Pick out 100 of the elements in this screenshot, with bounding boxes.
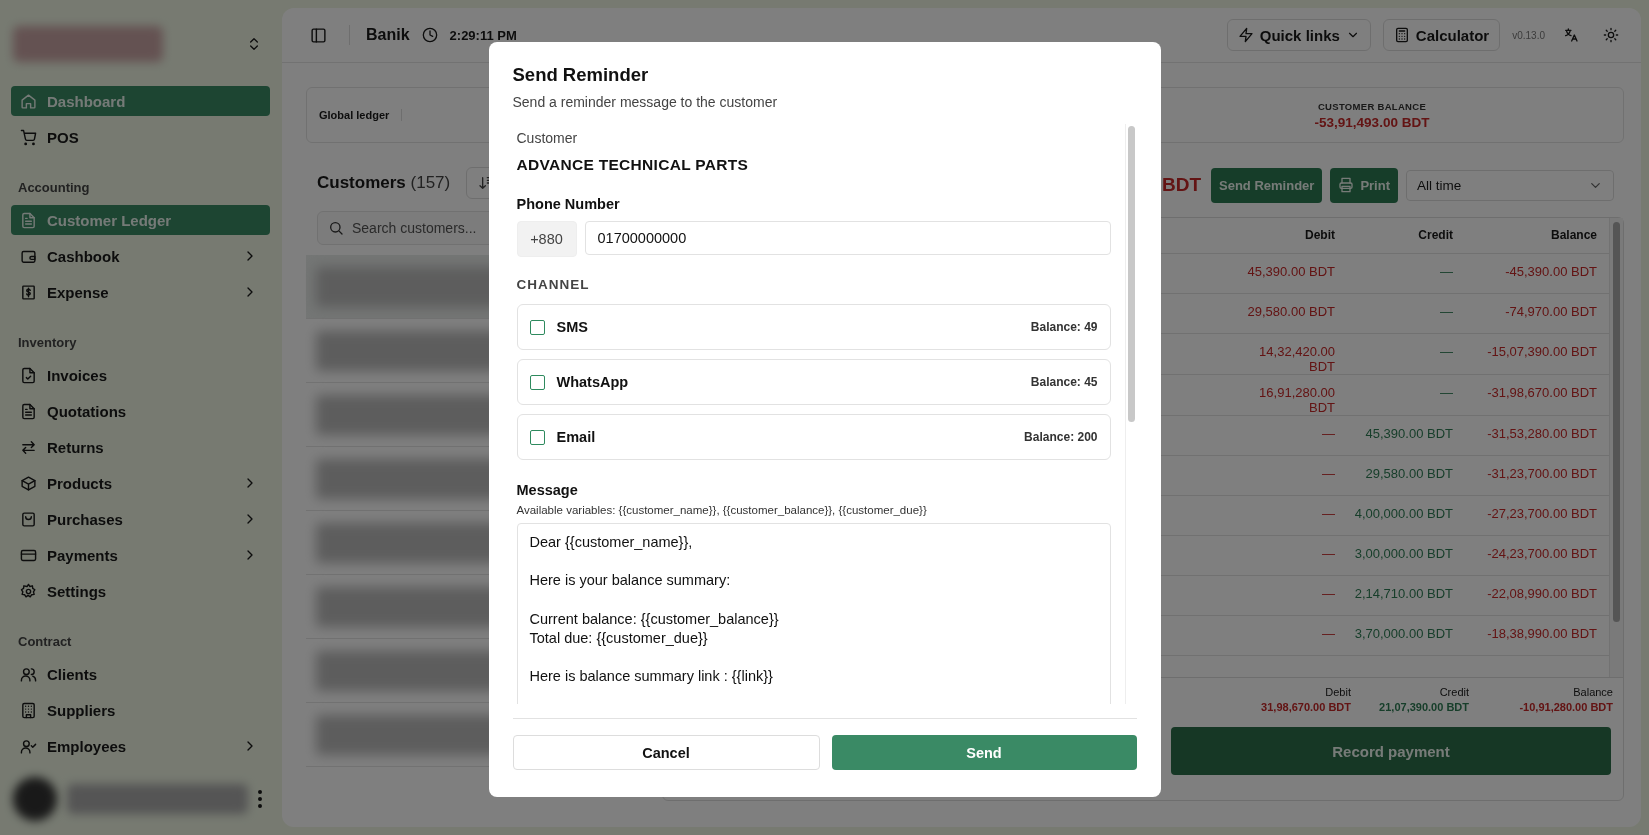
sidebar-item[interactable]: Expense [11, 277, 270, 307]
channel-name: WhatsApp [556, 374, 630, 390]
customer-name: ADVANCE TECHNICAL PARTS [516, 156, 750, 174]
total-value: 31,98,670.00 BDT [1260, 701, 1351, 713]
calculator-icon [1393, 27, 1410, 43]
field-label: Customer [516, 130, 579, 146]
home-icon [20, 92, 37, 110]
channel-balance: Balance: 45 [1030, 375, 1098, 389]
country-code: +880 [516, 221, 577, 257]
balance-label: CUSTOMER BALANCE [1316, 100, 1428, 112]
total-label: Balance [1572, 686, 1613, 698]
channel-option[interactable]: Email Balance: 200 [516, 414, 1111, 460]
total-label: Debit [1324, 686, 1351, 698]
sidebar-item[interactable]: Purchases [11, 504, 270, 534]
page-title: Banik [366, 26, 410, 44]
building-icon [20, 701, 37, 719]
panel-icon [310, 26, 327, 44]
table-cell: 45,390.00 BDT [1235, 254, 1347, 294]
send-reminder-button[interactable]: Send Reminder [1211, 167, 1323, 203]
channel-name: SMS [556, 319, 589, 335]
channel-balance: Balance: 200 [1024, 430, 1098, 444]
search-icon [328, 220, 344, 236]
table-cell: 16,91,280.00 BDT [1235, 375, 1347, 416]
settings-icon [20, 582, 37, 600]
table-cell: 29,580.00 BDT [1347, 456, 1465, 496]
more-options-icon [258, 790, 262, 808]
cart-icon [20, 128, 37, 146]
section-heading: CHANNEL [516, 277, 591, 292]
user-check-icon [20, 737, 37, 755]
sidebar-item[interactable]: Clients [11, 659, 270, 689]
total-amount: BDT [1161, 174, 1201, 196]
column-header: Debit [1235, 218, 1347, 254]
users-icon [20, 665, 37, 683]
box-icon [20, 474, 37, 492]
document-icon [20, 402, 37, 420]
sidebar-item[interactable]: Settings [11, 576, 270, 606]
sidebar-item[interactable]: Payments [11, 540, 270, 570]
calculator-button[interactable]: Calculator [1382, 19, 1501, 51]
clock-time: 2:29:11 PM [449, 27, 517, 43]
customers-title: Customers (157) [317, 173, 451, 193]
field-label: Message [516, 482, 579, 498]
table-cell: 3,00,000.00 BDT [1347, 536, 1465, 576]
table-cell: — [1235, 416, 1347, 456]
quick-links-button[interactable]: Quick links [1226, 19, 1371, 51]
document-check-icon [20, 366, 37, 384]
dollar-document-icon [20, 283, 37, 301]
channel-name: Email [556, 429, 597, 445]
sidebar-item[interactable]: Dashboard [11, 86, 270, 116]
sun-icon [1603, 27, 1619, 43]
cancel-button[interactable]: Cancel [512, 735, 820, 770]
section-heading: Contract [18, 634, 73, 649]
table-cell: — [1235, 576, 1347, 616]
table-cell: 45,390.00 BDT [1347, 416, 1465, 456]
translate-icon [1563, 27, 1579, 43]
table-cell: — [1235, 536, 1347, 576]
checkbox[interactable] [529, 429, 545, 445]
sidebar-item[interactable]: Employees [11, 731, 270, 761]
table-cell: 29,580.00 BDT [1235, 294, 1347, 334]
dialog-title: Send Reminder [512, 64, 650, 86]
period-select[interactable]: All time [1406, 169, 1614, 201]
table-cell: 4,00,000.00 BDT [1347, 496, 1465, 536]
sidebar-item[interactable]: Returns [11, 432, 270, 462]
version-label: v0.13.0 [1512, 29, 1545, 41]
send-button[interactable]: Send [831, 735, 1137, 770]
table-cell: 3,70,000.00 BDT [1347, 616, 1465, 656]
sidebar-item[interactable]: Customer Ledger [11, 205, 270, 235]
field-label: Phone Number [516, 196, 621, 212]
sidebar-item[interactable]: Cashbook [11, 241, 270, 271]
total-label: Credit [1438, 686, 1469, 698]
sidebar-item[interactable]: Suppliers [11, 695, 270, 725]
print-button[interactable]: Print [1330, 167, 1398, 203]
sidebar-item[interactable]: Quotations [11, 396, 270, 426]
column-header: Credit [1347, 218, 1465, 254]
section-heading: Inventory [18, 335, 78, 350]
table-cell: — [1235, 456, 1347, 496]
sidebar-item[interactable]: Products [11, 468, 270, 498]
swap-arrows-icon [20, 438, 37, 456]
table-cell: — [1347, 254, 1465, 294]
variables-hint: Available variables: {{customer_name}}, {{customer_balance}}, {{customer_due}} [516, 504, 928, 516]
record-payment-button[interactable]: Record payment [1171, 727, 1611, 775]
checkbox[interactable] [529, 374, 545, 390]
sidebar-item[interactable]: POS [11, 122, 270, 152]
channel-option[interactable]: SMS Balance: 49 [516, 304, 1111, 350]
section-heading: Accounting [18, 180, 91, 195]
document-icon [20, 211, 37, 229]
dialog-subtitle: Send a reminder message to the customer [512, 94, 779, 110]
total-value: 21,07,390.00 BDT [1378, 701, 1469, 713]
sidebar-item[interactable]: Invoices [11, 360, 270, 390]
table-cell: — [1235, 496, 1347, 536]
total-value: -10,91,280.00 BDT [1518, 701, 1613, 713]
phone-input[interactable]: 01700000000 [584, 221, 1111, 255]
channel-option[interactable]: WhatsApp Balance: 45 [516, 359, 1111, 405]
table-cell: — [1235, 616, 1347, 656]
table-cell: 14,32,420.00 BDT [1235, 334, 1347, 375]
table-cell: — [1347, 334, 1465, 375]
balance-value: -53,91,493.00 BDT [1313, 114, 1431, 130]
lightning-icon [1237, 27, 1254, 43]
channel-balance: Balance: 49 [1030, 320, 1098, 334]
table-cell: 2,14,710.00 BDT [1347, 576, 1465, 616]
checkbox[interactable] [529, 319, 545, 335]
